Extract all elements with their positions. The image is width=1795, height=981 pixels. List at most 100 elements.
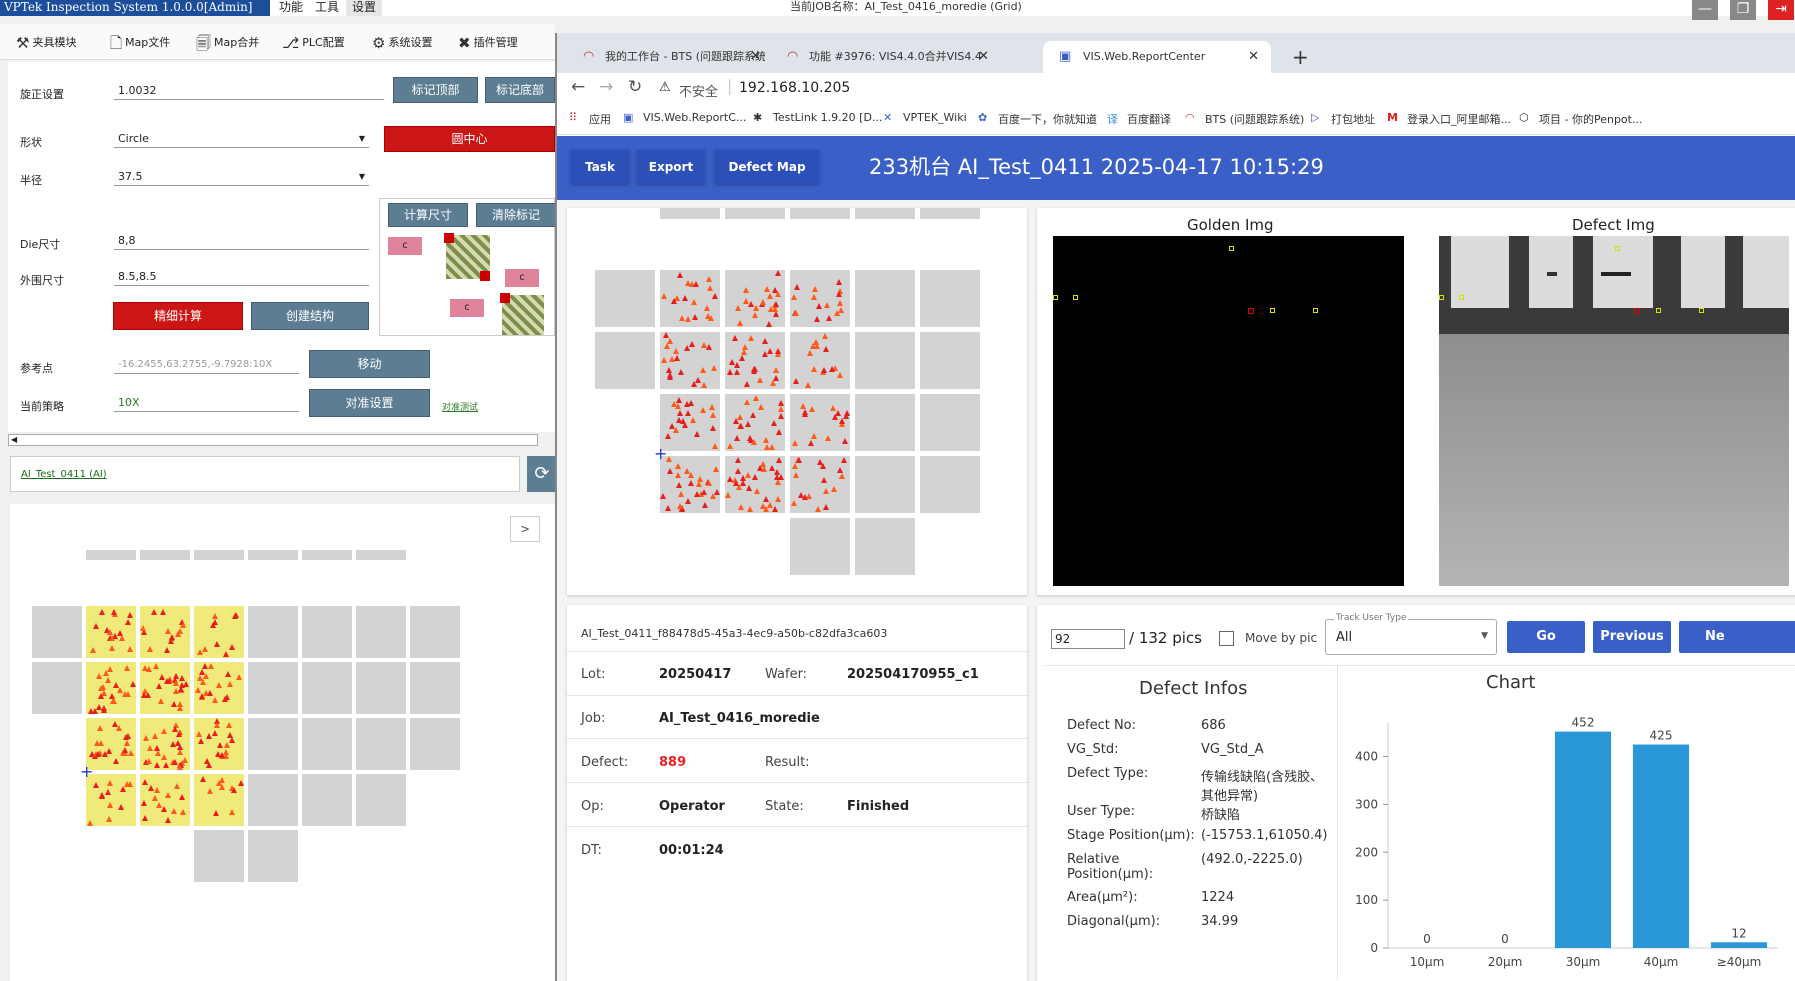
export-button[interactable]: Export — [637, 150, 705, 184]
die-cell[interactable] — [248, 550, 298, 560]
die-cell[interactable] — [790, 518, 850, 575]
die-cell[interactable] — [302, 550, 352, 560]
menu-function[interactable]: 功能 — [273, 0, 309, 16]
minimize-icon[interactable]: — — [1692, 0, 1718, 20]
expand-button[interactable]: > — [510, 516, 540, 542]
circle-center-button[interactable]: 圆中心 — [384, 126, 555, 152]
die-cell[interactable] — [595, 332, 655, 389]
die-cell[interactable] — [140, 550, 190, 560]
next-button[interactable]: Ne — [1679, 621, 1795, 653]
calc-size-button[interactable]: 计算尺寸 — [388, 203, 468, 227]
die-cell[interactable] — [302, 662, 352, 714]
clear-mark-button[interactable]: 清除标记 — [476, 203, 556, 227]
defect-image[interactable] — [1439, 236, 1789, 586]
policy-field[interactable]: 10X — [114, 394, 299, 412]
die-cell[interactable] — [248, 830, 298, 882]
die-cell[interactable] — [194, 830, 244, 882]
right-wafer-grid[interactable]: + — [595, 208, 1025, 593]
bookmark-bts[interactable]: BTS (问题跟踪系统) — [1205, 111, 1304, 127]
die-cell[interactable] — [248, 718, 298, 770]
new-tab-icon[interactable]: + — [1292, 45, 1309, 69]
die-cell[interactable] — [248, 606, 298, 658]
golden-image[interactable] — [1053, 236, 1404, 586]
bookmark-wiki[interactable]: VPTEK_Wiki — [903, 111, 967, 124]
die-cell[interactable] — [302, 606, 352, 658]
die-cell[interactable] — [410, 662, 460, 714]
map-merge-button[interactable]: 🗐 Map合并 — [196, 32, 259, 54]
pic-number-input[interactable]: 92 — [1051, 629, 1125, 649]
die-cell[interactable] — [855, 456, 915, 513]
die-cell[interactable] — [32, 606, 82, 658]
close-icon[interactable]: ✕ — [750, 41, 761, 73]
tab-report-center[interactable]: ▣ VIS.Web.ReportCenter ✕ — [1043, 41, 1271, 73]
move-button[interactable]: 移动 — [309, 350, 430, 378]
tab-bts[interactable]: ◠ 我的工作台 - BTS (问题跟踪系统 ✕ — [565, 41, 765, 73]
exit-icon[interactable]: ⇥ — [1768, 0, 1794, 20]
bookmark-package[interactable]: 打包地址 — [1331, 111, 1375, 127]
bookmark-report[interactable]: VIS.Web.ReportC... — [643, 111, 746, 124]
die-cell[interactable] — [725, 270, 785, 327]
align-setup-button[interactable]: 对准设置 — [309, 389, 430, 417]
die-cell[interactable] — [410, 606, 460, 658]
mark-top-button[interactable]: 标记顶部 — [393, 77, 478, 103]
fixture-module-button[interactable]: ⚒ 夹具模块 — [16, 32, 76, 54]
task-button[interactable]: Task — [571, 150, 629, 184]
align-test-link[interactable]: 对准测试 — [442, 400, 478, 413]
job-link[interactable]: AI_Test_0411 (AI) — [21, 469, 107, 480]
die-cell[interactable] — [920, 332, 980, 389]
ref-point-field[interactable]: -16.2455,63.2755,-9.7928:10X — [114, 356, 299, 374]
close-icon[interactable]: ✕ — [1248, 41, 1259, 73]
menu-tools[interactable]: 工具 — [309, 0, 345, 16]
restore-icon[interactable]: ❐ — [1730, 0, 1756, 20]
back-icon[interactable]: ← — [571, 77, 585, 97]
die-cell[interactable] — [248, 774, 298, 826]
rotation-field[interactable]: 1.0032 — [114, 82, 384, 100]
die-cell[interactable] — [86, 550, 136, 560]
mark-bottom-button[interactable]: 标记底部 — [485, 77, 555, 103]
die-cell[interactable] — [920, 208, 980, 219]
plc-config-button[interactable]: ⎇ PLC配置 — [282, 32, 345, 54]
bookmark-testlink[interactable]: TestLink 1.9.20 [D... — [773, 111, 882, 124]
die-cell[interactable] — [920, 394, 980, 451]
go-button[interactable]: Go — [1507, 621, 1585, 653]
bookmark-mail[interactable]: 登录入口_阿里邮箱... — [1407, 111, 1511, 127]
move-by-pic-checkbox[interactable] — [1219, 631, 1234, 646]
reload-icon[interactable]: ↻ — [628, 77, 642, 97]
previous-button[interactable]: Previous — [1593, 621, 1671, 653]
die-cell[interactable] — [790, 208, 850, 219]
refresh-icon[interactable]: ⟳ — [527, 456, 557, 492]
die-cell[interactable] — [595, 270, 655, 327]
die-cell[interactable] — [356, 550, 406, 560]
left-wafer-grid[interactable]: + — [32, 550, 552, 980]
die-cell[interactable] — [855, 270, 915, 327]
shape-select[interactable]: Circle ▼ — [114, 130, 369, 148]
defect-map-button[interactable]: Defect Map — [715, 150, 819, 184]
plugin-manage-button[interactable]: ✖ 插件管理 — [458, 32, 518, 54]
radius-select[interactable]: 37.5 ▼ — [114, 168, 369, 186]
die-cell[interactable] — [356, 662, 406, 714]
die-cell[interactable] — [248, 662, 298, 714]
die-cell[interactable] — [855, 332, 915, 389]
die-cell[interactable] — [855, 208, 915, 219]
forward-icon[interactable]: → — [599, 77, 613, 97]
url-field[interactable]: 192.168.10.205 — [739, 80, 850, 96]
die-cell[interactable] — [302, 718, 352, 770]
die-cell[interactable] — [356, 774, 406, 826]
menu-settings[interactable]: 设置 — [346, 0, 383, 16]
system-settings-button[interactable]: ⚙ 系统设置 — [372, 32, 432, 54]
outer-size-field[interactable]: 8.5,8.5 — [114, 268, 369, 286]
bookmark-translate[interactable]: 百度翻译 — [1127, 111, 1171, 127]
die-cell[interactable] — [356, 606, 406, 658]
die-cell[interactable] — [356, 718, 406, 770]
die-cell[interactable] — [920, 270, 980, 327]
create-struct-button[interactable]: 创建结构 — [251, 302, 369, 330]
bookmark-baidu[interactable]: 百度一下，你就知道 — [998, 111, 1097, 127]
map-file-button[interactable]: 🗋 Map文件 — [110, 32, 170, 54]
die-cell[interactable] — [32, 662, 82, 714]
track-user-type-select[interactable]: Track User Type All ▼ — [1325, 613, 1497, 655]
horizontal-scrollbar[interactable]: ◀ — [8, 434, 538, 446]
die-cell[interactable] — [194, 550, 244, 560]
die-cell[interactable] — [855, 394, 915, 451]
fine-calc-button[interactable]: 精细计算 — [113, 302, 243, 330]
die-cell[interactable] — [725, 208, 785, 219]
